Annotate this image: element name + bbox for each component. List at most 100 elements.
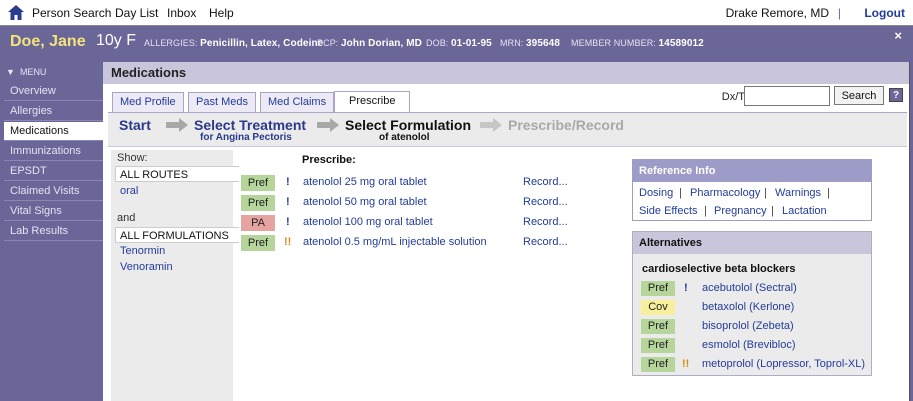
drug-link[interactable]: atenolol 50 mg oral tablet [303, 196, 427, 208]
alternative-drug-link[interactable]: bisoprolol (Zebeta) [702, 320, 794, 332]
ref-link-pharmacology[interactable]: Pharmacology [690, 187, 760, 199]
ref-link-side-effects[interactable]: Side Effects [639, 205, 698, 217]
mrn-info: MRN: 395648 [500, 38, 560, 49]
logout-link[interactable]: Logout [864, 6, 905, 20]
patient-age-sex: 10y F [96, 32, 137, 49]
allergies-label: ALLERGIES: [144, 38, 198, 48]
and-label: and [117, 212, 136, 224]
wizard-step-select-formulation: Select Formulation [345, 117, 472, 133]
formulary-status-badge: Pref [641, 319, 675, 334]
ref-link-warnings[interactable]: Warnings [775, 187, 821, 199]
record-link[interactable]: Record... [523, 196, 568, 208]
reference-info-title: Reference Info [633, 160, 871, 182]
alternative-drug-link[interactable]: acebutolol (Sectral) [702, 282, 797, 294]
alternatives-panel: Alternatives cardioselective beta blocke… [632, 231, 872, 376]
filter-formulation-venoramin[interactable]: Venoramin [120, 261, 173, 273]
patient-name: Doe, Jane [10, 33, 86, 50]
nav-day-list[interactable]: Day List [115, 6, 158, 20]
prescribe-wizard-steps: Start Select Treatment for Angina Pector… [108, 113, 907, 147]
wizard-formulation-subtitle: of atenolol [379, 132, 430, 143]
nav-help[interactable]: Help [209, 6, 234, 20]
formulary-status-badge: Pref [641, 281, 675, 296]
sidebar-item-claimed-visits[interactable]: Claimed Visits [4, 182, 103, 201]
dob-value: 01-01-95 [451, 38, 492, 49]
menu-header[interactable]: ▼ MENU [6, 67, 46, 77]
filter-route-oral[interactable]: oral [120, 185, 138, 197]
wizard-step-prescribe-record: Prescribe/Record [508, 117, 624, 133]
sidebar-item-lab-results[interactable]: Lab Results [4, 222, 103, 241]
filter-all-routes[interactable]: ALL ROUTES [115, 166, 239, 182]
home-icon[interactable] [7, 4, 25, 21]
patient-banner: Doe, Jane 10y F ALLERGIES: Penicillin, L… [0, 26, 913, 62]
alert-icon[interactable]: ! [286, 176, 290, 188]
sidebar-item-medications[interactable]: Medications [4, 122, 103, 141]
top-navigation-bar: Person Search Day List Inbox Help Drake … [0, 0, 913, 26]
formulary-status-badge: Pref [241, 175, 275, 191]
allergies-value: Penicillin, Latex, Codeine [200, 38, 324, 49]
member-label: MEMBER NUMBER: [571, 38, 656, 48]
step-arrow-icon [166, 118, 188, 132]
record-link[interactable]: Record... [523, 176, 568, 188]
tab-prescribe[interactable]: Prescribe [334, 91, 411, 113]
alert-icon[interactable]: ! [286, 196, 290, 208]
record-link[interactable]: Record... [523, 216, 568, 228]
sidebar: ▼ MENU Overview Allergies Medications Im… [0, 62, 103, 401]
pcp-label: PCP: [317, 38, 339, 48]
allergies-info: ALLERGIES: Penicillin, Latex, Codeine [144, 38, 323, 49]
wizard-step-start[interactable]: Start [119, 117, 151, 133]
menu-toggle-icon: ▼ [6, 67, 15, 77]
formulary-status-badge: Pref [241, 195, 275, 211]
alternative-drug-link[interactable]: esmolol (Brevibloc) [702, 339, 796, 351]
tab-med-profile[interactable]: Med Profile [112, 92, 184, 112]
alternative-row: Pref esmolol (Brevibloc) [641, 338, 869, 353]
alternative-drug-link[interactable]: betaxolol (Kerlone) [702, 301, 794, 313]
filter-all-formulations[interactable]: ALL FORMULATIONS [115, 227, 239, 243]
alternative-drug-link[interactable]: metoprolol (Lopressor, Toprol-XL) [702, 358, 865, 370]
topbar-separator: | [837, 6, 841, 20]
sidebar-item-vital-signs[interactable]: Vital Signs [4, 202, 103, 221]
help-icon[interactable]: ? [889, 88, 903, 102]
alternative-row: Pref ! acebutolol (Sectral) [641, 281, 869, 296]
record-link[interactable]: Record... [523, 236, 568, 248]
warning-alert-icon[interactable]: !! [682, 358, 689, 370]
ref-separator: | [764, 187, 767, 199]
alert-icon[interactable]: ! [684, 282, 688, 294]
dob-info: DOB: 01-01-95 [426, 38, 492, 49]
main-panel: Medications Med Profile Past Meds Med Cl… [103, 62, 910, 401]
ref-link-pregnancy[interactable]: Pregnancy [714, 205, 767, 217]
drug-link[interactable]: atenolol 100 mg oral tablet [303, 216, 433, 228]
wizard-step-select-treatment[interactable]: Select Treatment [194, 117, 306, 133]
alternative-row: Pref bisoprolol (Zebeta) [641, 319, 869, 334]
nav-inbox[interactable]: Inbox [167, 6, 196, 20]
pcp-info: PCP: John Dorian, MD [317, 38, 422, 49]
drug-link[interactable]: atenolol 0.5 mg/mL injectable solution [303, 236, 487, 248]
alert-icon[interactable]: ! [286, 216, 290, 228]
prescribe-heading: Prescribe: [302, 154, 356, 166]
show-label: Show: [117, 152, 148, 164]
nav-person-search[interactable]: Person Search [32, 6, 111, 20]
reference-info-panel: Reference Info Dosing | Pharmacology | W… [632, 159, 872, 221]
mrn-value: 395648 [526, 38, 560, 49]
member-info: MEMBER NUMBER: 14589012 [571, 38, 704, 49]
formulary-status-badge: PA [241, 215, 275, 231]
dob-label: DOB: [426, 38, 449, 48]
ref-link-dosing[interactable]: Dosing [639, 187, 673, 199]
menu-label: MENU [19, 67, 47, 77]
sidebar-item-allergies[interactable]: Allergies [4, 102, 103, 121]
formulary-status-badge: Pref [641, 338, 675, 353]
search-button[interactable]: Search [834, 86, 884, 105]
catalog-search-input[interactable] [744, 86, 830, 106]
warning-alert-icon[interactable]: !! [284, 236, 291, 248]
close-icon[interactable]: × [894, 28, 902, 43]
tab-med-claims[interactable]: Med Claims [260, 92, 335, 112]
ref-separator: | [771, 205, 774, 217]
ref-link-lactation[interactable]: Lactation [782, 205, 827, 217]
step-arrow-icon [480, 118, 502, 132]
sidebar-item-epsdt[interactable]: EPSDT [4, 162, 103, 181]
filter-formulation-tenormin[interactable]: Tenormin [120, 245, 165, 257]
drug-link[interactable]: atenolol 25 mg oral tablet [303, 176, 427, 188]
pcp-value: John Dorian, MD [341, 38, 422, 49]
tab-past-meds[interactable]: Past Meds [188, 92, 256, 112]
sidebar-item-immunizations[interactable]: Immunizations [4, 142, 103, 161]
sidebar-item-overview[interactable]: Overview [4, 82, 103, 101]
